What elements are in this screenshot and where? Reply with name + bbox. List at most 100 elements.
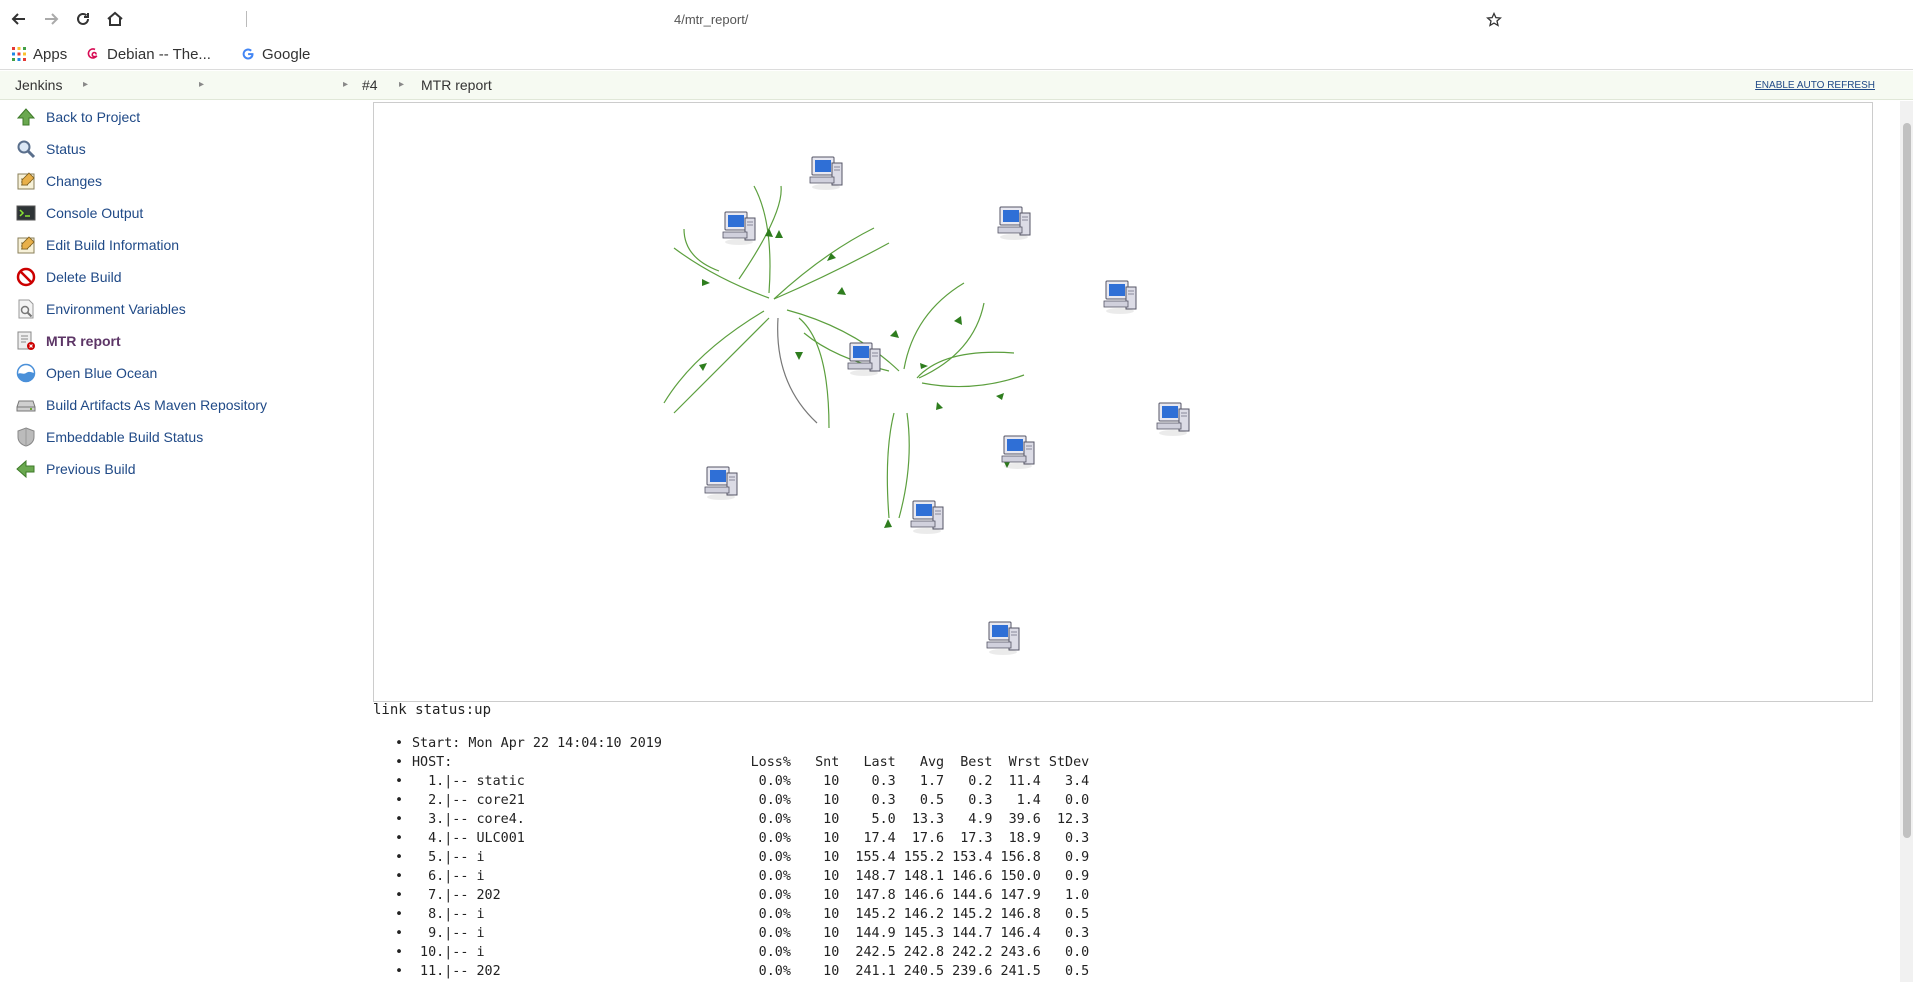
graph-edge: [886, 412, 895, 519]
browser-toolbar: 4/mtr_report/: [0, 0, 1913, 38]
graph-edge: [786, 309, 900, 372]
report-line: HOST: Loss% Snt Last Avg Best Wrst StDev: [373, 753, 1089, 772]
breadcrumb: Jenkins ▸ ▸ ▸ #4 ▸ MTR report ENABLE AUT…: [0, 71, 1913, 100]
reload-icon[interactable]: [70, 6, 96, 32]
document-search-icon: [15, 298, 37, 320]
report-line: 11.|-- 202 0.0% 10 241.1 240.5 239.6 241…: [373, 962, 1089, 981]
sidebar-item-status[interactable]: Status: [0, 133, 360, 165]
host-node: [986, 621, 1020, 656]
graph-arrowhead: [699, 363, 707, 371]
host-node: [722, 211, 756, 246]
graph-edge: [673, 317, 770, 414]
up-arrow-icon: [15, 106, 37, 128]
sidebar-item-open-blue-ocean[interactable]: Open Blue Ocean: [0, 357, 360, 389]
graph-edge: [683, 228, 720, 272]
bookmarks-bar: Apps Debian -- The... Google: [0, 38, 1913, 70]
bookmark-debian[interactable]: Debian -- The...: [86, 44, 211, 64]
address-bar[interactable]: 4/mtr_report/: [136, 6, 1502, 32]
no-entry-icon: [15, 266, 37, 288]
graph-arrowhead: [920, 363, 928, 369]
graph-arrowhead: [795, 352, 803, 360]
sidebar-item-label: Previous Build: [46, 461, 136, 477]
sidebar-item-build-artifacts-maven[interactable]: Build Artifacts As Maven Repository: [0, 389, 360, 421]
sidebar: Back to Project Status Changes Console O…: [0, 101, 360, 485]
notepad-icon: [15, 234, 37, 256]
graph-arrowhead: [837, 287, 846, 295]
network-graph-canvas: [663, 156, 1190, 656]
forward-arrow-icon[interactable]: [38, 6, 64, 32]
bookmark-label: Debian -- The...: [107, 45, 211, 63]
sidebar-item-label: Build Artifacts As Maven Repository: [46, 397, 267, 413]
bookmark-google[interactable]: Google: [241, 44, 310, 64]
address-separator: [246, 11, 247, 27]
bookmark-label: Apps: [33, 45, 68, 63]
sidebar-item-environment-variables[interactable]: Environment Variables: [0, 293, 360, 325]
terminal-icon: [15, 202, 37, 224]
graph-edge: [798, 317, 830, 429]
sidebar-item-mtr-report[interactable]: MTR report: [0, 325, 360, 357]
debian-logo-icon: [86, 47, 100, 61]
shield-icon: [15, 426, 37, 448]
sidebar-item-back-to-project[interactable]: Back to Project: [0, 101, 360, 133]
breadcrumb-build[interactable]: #4: [362, 77, 378, 93]
host-node: [910, 500, 944, 535]
sidebar-item-label: Status: [46, 141, 86, 157]
sidebar-item-label: Delete Build: [46, 269, 122, 285]
sidebar-item-label: Environment Variables: [46, 301, 186, 317]
graph-edge: [921, 374, 1025, 388]
report-line: 8.|-- i 0.0% 10 145.2 146.2 145.2 146.8 …: [373, 905, 1089, 924]
notepad-icon: [15, 170, 37, 192]
breadcrumb-arrow-icon[interactable]: ▸: [83, 79, 88, 90]
sidebar-item-embeddable-build-status[interactable]: Embeddable Build Status: [0, 421, 360, 453]
bookmark-star-icon[interactable]: [1486, 11, 1502, 33]
home-icon[interactable]: [102, 6, 128, 32]
report-line: 7.|-- 202 0.0% 10 147.8 146.6 144.6 147.…: [373, 886, 1089, 905]
sidebar-item-label: Console Output: [46, 205, 144, 221]
graph-edge: [773, 242, 890, 300]
page-scrollbar[interactable]: [1900, 101, 1913, 982]
breadcrumb-current[interactable]: MTR report: [421, 77, 492, 93]
breadcrumb-arrow-icon[interactable]: ▸: [199, 79, 204, 90]
edge-markers: [699, 230, 1011, 528]
report-icon: [15, 330, 37, 352]
left-arrow-icon: [15, 458, 37, 480]
host-node: [847, 342, 881, 377]
sidebar-item-delete-build[interactable]: Delete Build: [0, 261, 360, 293]
graph-edge: [916, 351, 1015, 379]
enable-auto-refresh-link[interactable]: ENABLE AUTO REFRESH: [1755, 80, 1875, 91]
blue-ocean-icon: [15, 362, 37, 384]
report-line: 1.|-- static 0.0% 10 0.3 1.7 0.2 11.4 3.…: [373, 772, 1089, 791]
bookmark-apps[interactable]: Apps: [12, 44, 67, 64]
host-node: [809, 156, 843, 191]
graph-edge: [773, 227, 875, 300]
breadcrumb-jenkins[interactable]: Jenkins: [15, 77, 62, 93]
sidebar-item-label: Open Blue Ocean: [46, 365, 158, 381]
graph-arrowhead: [765, 228, 773, 237]
host-node: [997, 206, 1031, 241]
magnifier-icon: [15, 138, 37, 160]
report-line: 3.|-- core4. 0.0% 10 5.0 13.3 4.9 39.6 1…: [373, 810, 1089, 829]
hard-drive-icon: [15, 394, 37, 416]
graph-edge: [918, 302, 985, 379]
apps-grid-icon: [12, 47, 26, 61]
graph-edge: [663, 310, 765, 404]
report-line: 10.|-- i 0.0% 10 242.5 242.8 242.2 243.6…: [373, 943, 1089, 962]
breadcrumb-arrow-icon[interactable]: ▸: [343, 79, 348, 90]
scrollbar-thumb[interactable]: [1903, 123, 1911, 838]
link-status: link status:up: [373, 702, 492, 718]
mtr-report-list: Start: Mon Apr 22 14:04:10 2019 HOST: Lo…: [373, 734, 1089, 981]
sidebar-item-changes[interactable]: Changes: [0, 165, 360, 197]
graph-arrowhead: [775, 230, 783, 238]
graph-arrowhead: [884, 519, 892, 528]
google-logo-icon: [241, 47, 255, 61]
graph-arrowhead: [890, 330, 899, 338]
bookmark-label: Google: [262, 45, 311, 63]
breadcrumb-arrow-icon[interactable]: ▸: [399, 79, 404, 90]
sidebar-item-previous-build[interactable]: Previous Build: [0, 453, 360, 485]
report-line: Start: Mon Apr 22 14:04:10 2019: [373, 734, 1089, 753]
graph-edge: [777, 317, 818, 424]
sidebar-item-edit-build-information[interactable]: Edit Build Information: [0, 229, 360, 261]
back-arrow-icon[interactable]: [6, 6, 32, 32]
sidebar-item-label: Embeddable Build Status: [46, 429, 204, 445]
sidebar-item-console-output[interactable]: Console Output: [0, 197, 360, 229]
